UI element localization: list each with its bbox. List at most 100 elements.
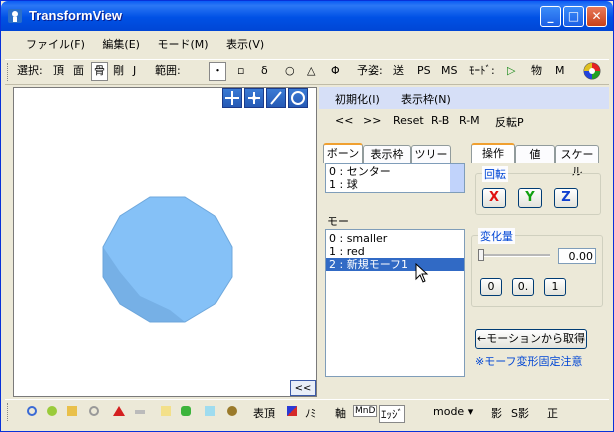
reset-button[interactable]: Reset — [393, 114, 424, 127]
face-display-icon[interactable] — [113, 406, 125, 416]
self-shadow-toggle[interactable]: S影 — [511, 405, 529, 421]
bone-list-scrollbar[interactable] — [450, 164, 464, 192]
bottom-toolbar: 表頂 ﾉﾐ 軸 MnD ｴｯｼﾞ mode ▾ 影 S影 正 — [5, 399, 609, 424]
shadow-toggle[interactable]: 影 — [491, 405, 502, 421]
mode-dropdown[interactable]: mode ▾ — [433, 405, 473, 418]
tab-tree[interactable]: ツリー — [411, 145, 451, 163]
preview-ms-button[interactable]: MS — [441, 64, 457, 78]
tab-display-frame[interactable]: 表示枠 — [363, 145, 411, 163]
delta-label: 変化量 — [478, 228, 515, 244]
target-icon[interactable] — [27, 406, 37, 416]
zoom-view-icon[interactable] — [266, 88, 286, 108]
main-toolbar: 選択: 頂 面 骨 剛 J 範囲: ・ ▫ δ ○ △ Φ 予姿: 送 PS M… — [5, 59, 609, 85]
range-triangle-button[interactable]: △ — [307, 64, 315, 78]
rotation-group: 回転 X Y Z — [475, 166, 601, 215]
morph-warning-note: ※モーフ変形固定注意 — [475, 355, 583, 368]
tab-value[interactable]: 値 — [515, 145, 555, 163]
tab-operate[interactable]: 操作 — [471, 143, 515, 163]
next-button[interactable]: >> — [363, 114, 381, 127]
mouse-cursor-icon — [415, 263, 429, 283]
mode-physics-button[interactable]: 物 — [531, 64, 542, 78]
preset-0-button[interactable]: 0 — [480, 278, 502, 296]
menu-view[interactable]: 表示(V) — [219, 34, 271, 54]
select-face-button[interactable]: 面 — [73, 64, 84, 78]
init-button[interactable]: 初期化(I) — [335, 91, 380, 107]
3d-viewport[interactable]: << — [13, 87, 317, 397]
list-item[interactable]: 0 : センター — [326, 165, 464, 178]
list-item-selected[interactable]: 2 : 新規モーフ1 — [326, 258, 464, 271]
morph-list[interactable]: 0 : smaller 1 : red 2 : 新規モーフ1 — [325, 229, 465, 377]
rotate-view-icon[interactable] — [288, 88, 308, 108]
title-bar[interactable]: TransformView _ □ ✕ — [1, 1, 613, 31]
bone-list[interactable]: 0 : センター 1 : 球 — [325, 163, 465, 193]
list-item[interactable]: 0 : smaller — [326, 232, 464, 245]
show-vertex-toggle[interactable]: 表頂 — [253, 405, 275, 421]
range-phi-button[interactable]: Φ — [331, 64, 340, 78]
delta-slider-handle[interactable] — [478, 249, 484, 261]
preview-ps-button[interactable]: PS — [417, 64, 431, 78]
list-item[interactable]: 1 : red — [326, 245, 464, 258]
delta-value-field[interactable]: 0.00 — [558, 248, 596, 264]
axis-toggle[interactable]: 軸 — [335, 405, 346, 421]
flip-pose-button[interactable]: 反転P — [495, 114, 524, 130]
select-bone-button[interactable]: 骨 — [91, 62, 108, 81]
no-toggle[interactable]: ﾉﾐ — [305, 405, 316, 421]
wire-icon[interactable] — [135, 410, 145, 414]
tab-scale[interactable]: スケール — [555, 145, 599, 178]
preview-send-button[interactable]: 送 — [393, 64, 404, 78]
collapse-panel-button[interactable]: << — [290, 380, 316, 396]
delta-slider[interactable] — [480, 254, 550, 257]
range-point-button[interactable]: ・ — [209, 62, 226, 81]
menu-file[interactable]: ファイル(F) — [19, 34, 92, 54]
preset-half-button[interactable]: 0. — [512, 278, 534, 296]
physics-icon[interactable] — [181, 406, 191, 416]
color-wheel-icon[interactable] — [583, 62, 601, 80]
main-window: TransformView _ □ ✕ ファイル(F) 編集(E) モード(M)… — [0, 0, 614, 432]
tab-bone[interactable]: ボーン — [323, 143, 363, 163]
select-vertex-button[interactable]: 頂 — [53, 64, 64, 78]
water-icon[interactable] — [205, 406, 215, 416]
range-square-button[interactable]: ▫ — [237, 64, 244, 78]
grid-icon[interactable] — [67, 406, 77, 416]
sphere-model — [102, 196, 233, 323]
delta-group: 変化量 0.00 0 0. 1 — [471, 228, 603, 307]
range-label: 範囲: — [155, 64, 181, 77]
vertex-display-icon[interactable] — [89, 406, 99, 416]
display-frame-button[interactable]: 表示枠(N) — [401, 91, 451, 107]
morph-section-label: モー — [327, 215, 349, 228]
minimize-button[interactable]: _ — [540, 6, 561, 27]
prev-button[interactable]: << — [335, 114, 353, 127]
mnd-toggle[interactable]: MnD — [353, 405, 378, 417]
mode-m-button[interactable]: M — [555, 64, 565, 78]
menu-mode[interactable]: モード(M) — [150, 34, 215, 54]
menu-edit[interactable]: 編集(E) — [95, 34, 147, 54]
select-rigid-button[interactable]: 剛 — [113, 64, 124, 78]
menu-bar: ファイル(F) 編集(E) モード(M) 表示(V) — [5, 34, 609, 54]
gear-icon[interactable] — [227, 406, 237, 416]
color-toggle-icon[interactable] — [287, 406, 297, 416]
pan-view-icon[interactable] — [244, 88, 264, 108]
bone-display-icon[interactable] — [47, 406, 57, 416]
rotation-label: 回転 — [482, 166, 508, 182]
reset-morph-button[interactable]: R-M — [459, 114, 480, 127]
correct-toggle[interactable]: 正 — [547, 405, 558, 421]
panel-header: 初期化(I) 表示枠(N) — [319, 87, 609, 109]
range-delta-button[interactable]: δ — [261, 64, 268, 78]
close-button[interactable]: ✕ — [586, 6, 607, 27]
light-icon[interactable] — [161, 406, 171, 416]
select-joint-button[interactable]: J — [133, 64, 136, 78]
list-item[interactable]: 1 : 球 — [326, 178, 464, 191]
range-circle-button[interactable]: ○ — [285, 64, 295, 78]
axis-z-button[interactable]: Z — [554, 188, 578, 208]
maximize-button[interactable]: □ — [563, 6, 584, 27]
preset-1-button[interactable]: 1 — [544, 278, 566, 296]
get-from-motion-button[interactable]: ←モーションから取得 — [475, 329, 587, 349]
toolbar-grip[interactable] — [7, 63, 10, 81]
toolbar-grip[interactable] — [7, 403, 10, 421]
axis-x-button[interactable]: X — [482, 188, 506, 208]
edge-toggle[interactable]: ｴｯｼﾞ — [379, 405, 405, 423]
move-view-icon[interactable] — [222, 88, 242, 108]
axis-y-button[interactable]: Y — [518, 188, 542, 208]
mode-play-button[interactable]: ▷ — [507, 64, 515, 78]
reset-bone-button[interactable]: R-B — [431, 114, 449, 127]
